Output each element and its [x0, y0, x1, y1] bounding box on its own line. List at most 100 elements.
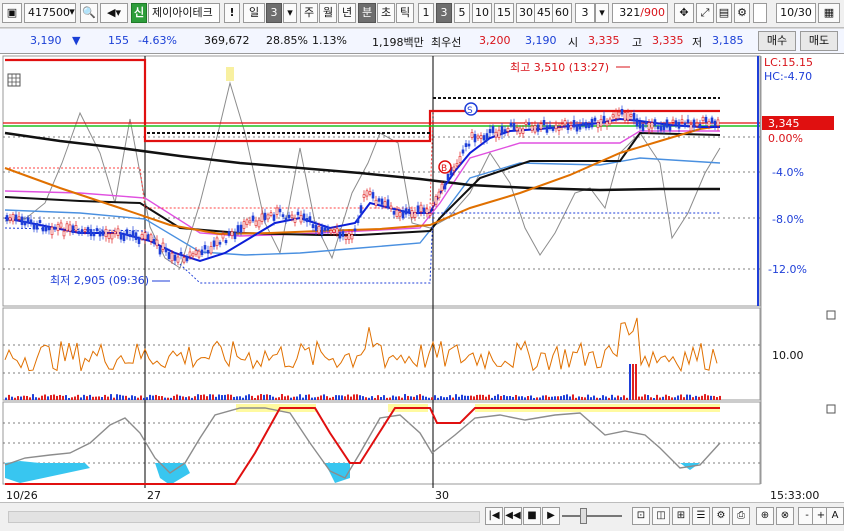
stop-button[interactable]: ■	[523, 507, 541, 525]
candle	[620, 108, 624, 115]
scroll-first-button[interactable]: |◀	[485, 507, 503, 525]
stock-name-field[interactable]: 제이아이테크	[148, 3, 220, 23]
candle	[380, 198, 384, 205]
interval-3[interactable]: 3	[436, 3, 452, 23]
interval-dropdown-icon[interactable]: ▾	[595, 3, 609, 23]
interval-input[interactable]: 3	[575, 3, 595, 23]
calendar-icon[interactable]: ▦	[818, 3, 840, 23]
volume-bar	[656, 394, 658, 400]
volume-bar	[188, 396, 190, 400]
candle	[224, 239, 228, 244]
play-button[interactable]: ▶	[542, 507, 560, 525]
tool-icon-1[interactable]: ⊡	[632, 507, 650, 525]
zoom-slider-thumb[interactable]	[580, 508, 587, 524]
candle	[431, 203, 435, 206]
tool-icon-5[interactable]: ⚙	[712, 507, 730, 525]
period-month[interactable]: 월	[319, 3, 337, 23]
date-field[interactable]: 10/30	[776, 3, 816, 23]
bar-count-field[interactable]: 321/900	[612, 3, 668, 23]
volume-bar	[683, 397, 685, 400]
scroll-back-button[interactable]: ◀◀	[504, 507, 522, 525]
period-week[interactable]: 주	[300, 3, 318, 23]
low-price: 3,185	[712, 34, 744, 47]
period-second[interactable]: 초	[377, 3, 395, 23]
interval-10[interactable]: 10	[472, 3, 492, 23]
tool-icon-4[interactable]: ☰	[692, 507, 710, 525]
volume-bar	[362, 396, 364, 400]
speaker-icon[interactable]: ◀▾	[100, 3, 128, 23]
volume-bar	[443, 397, 445, 400]
volume-bar	[593, 395, 595, 400]
volume-bar	[419, 394, 421, 400]
candle	[557, 127, 561, 131]
candle	[569, 125, 573, 129]
period-day[interactable]: 일	[243, 3, 265, 23]
period-count[interactable]: 3	[266, 3, 282, 23]
volume-bar	[563, 395, 565, 400]
period-tick[interactable]: 틱	[396, 3, 414, 23]
period-year[interactable]: 년	[338, 3, 356, 23]
horizontal-scrollbar[interactable]	[8, 511, 480, 523]
osc-pane-close-icon[interactable]	[826, 404, 836, 414]
tool-icon-7[interactable]: ⊕	[756, 507, 774, 525]
volume-bar	[329, 397, 331, 400]
candle	[650, 122, 654, 129]
period-minute[interactable]: 분	[358, 3, 376, 23]
sell-button[interactable]: 매도	[800, 31, 838, 51]
candle	[377, 198, 381, 202]
interval-5[interactable]: 5	[454, 3, 470, 23]
candle	[653, 119, 657, 126]
tool-icon-2[interactable]: ◫	[652, 507, 670, 525]
volume-bar	[365, 397, 367, 400]
checkbox[interactable]	[753, 3, 767, 23]
volume-bar	[56, 395, 58, 400]
buy-button[interactable]: 매수	[758, 31, 796, 51]
trend-tool-icon[interactable]: ⤢	[696, 3, 714, 23]
candle	[350, 234, 354, 240]
candle	[602, 115, 606, 123]
candle	[38, 220, 42, 223]
x-label-27: 27	[147, 489, 161, 502]
grid-icon[interactable]	[7, 73, 21, 87]
alert-button[interactable]: !	[224, 3, 240, 23]
candle	[419, 204, 423, 213]
volume-bar	[278, 397, 280, 400]
interval-1[interactable]: 1	[418, 3, 434, 23]
interval-15[interactable]: 15	[494, 3, 514, 23]
stock-chart[interactable]: 최고 3,510 (13:27) 최저 2,905 (09:36) S B LC…	[0, 53, 844, 503]
zoom-slider-track[interactable]	[562, 515, 622, 517]
auto-scale-button[interactable]: A	[826, 507, 844, 525]
candle	[545, 125, 549, 133]
volume-pane-close-icon[interactable]	[826, 310, 836, 320]
layout-icon[interactable]: ▣	[2, 3, 22, 23]
candle	[254, 220, 258, 226]
candle	[119, 232, 123, 240]
volume-bar	[323, 394, 325, 400]
tool-icon-8[interactable]: ⊗	[776, 507, 794, 525]
volume-bar	[299, 394, 301, 400]
candle	[269, 212, 273, 216]
candle	[32, 223, 36, 230]
volume-bar	[182, 396, 184, 400]
volume-bar	[170, 397, 172, 400]
volume-bar	[158, 396, 160, 400]
volume-bar	[608, 397, 610, 400]
search-icon[interactable]: 🔍	[80, 3, 98, 23]
code-dropdown-icon[interactable]: ▾	[66, 3, 78, 23]
interval-30[interactable]: 30	[516, 3, 536, 23]
tool-icon-3[interactable]: ⊞	[672, 507, 690, 525]
candle	[191, 253, 195, 257]
candle	[671, 119, 675, 123]
save-icon[interactable]: ▤	[716, 3, 732, 23]
volume-bar	[380, 397, 382, 400]
tool-icon-6[interactable]: ⎙	[732, 507, 750, 525]
volume-bar	[119, 394, 121, 400]
crosshair-icon[interactable]: ✥	[674, 3, 694, 23]
volume-bar	[644, 394, 646, 400]
volume-bar	[179, 395, 181, 400]
settings-icon[interactable]: ⚙	[734, 3, 750, 23]
interval-60[interactable]: 60	[552, 3, 572, 23]
volume-bar	[350, 396, 352, 400]
interval-45[interactable]: 45	[534, 3, 554, 23]
period-dropdown-icon[interactable]: ▾	[283, 3, 297, 23]
